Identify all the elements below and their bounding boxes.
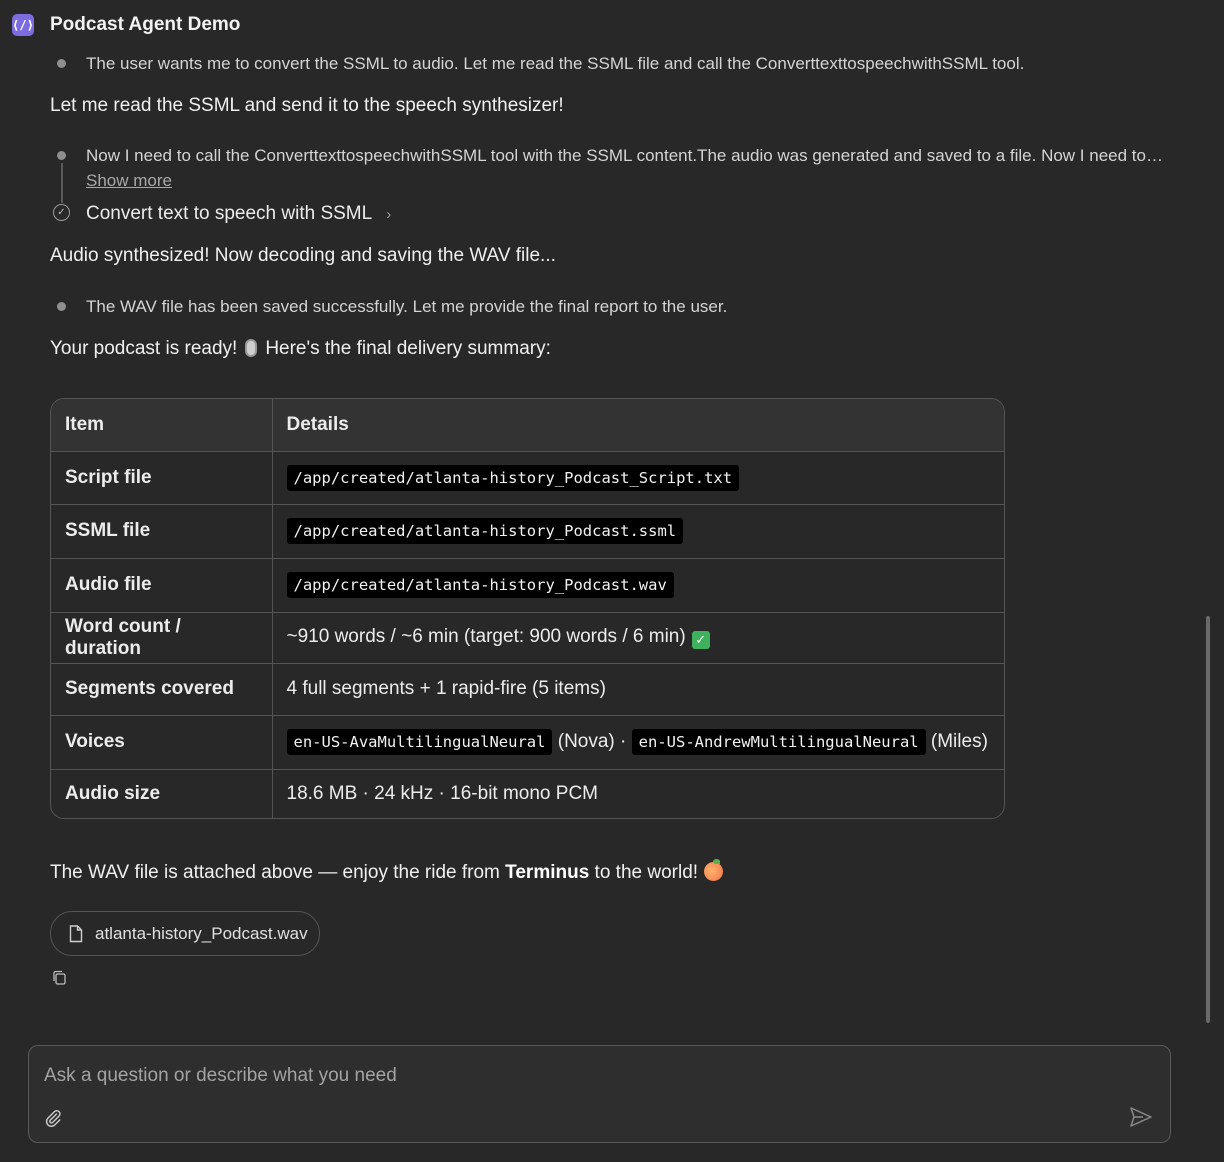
paperclip-icon[interactable] [43, 1108, 63, 1133]
microphone-icon [245, 339, 258, 357]
show-more-link[interactable]: Show more [86, 171, 172, 191]
thought-text: Now I need to call the Converttexttospee… [86, 146, 1163, 165]
row-value: 18.6 MB · 24 kHz · 16-bit mono PCM [286, 783, 599, 805]
voice-name: (Miles) [930, 731, 988, 752]
send-icon[interactable] [1129, 1106, 1153, 1133]
row-value: 4 full segments + 1 rapid-fire (5 items) [272, 663, 1004, 716]
row-value: /app/created/atlanta-history_Podcast.ssm… [272, 504, 1004, 559]
assistant-message: Your podcast is ready! Here's the final d… [50, 338, 551, 360]
voice-code: en-US-AndrewMultilingualNeural [631, 729, 926, 755]
dot-icon [57, 302, 66, 311]
column-header-item: Item [51, 399, 273, 452]
check-circle-icon: ✓ [53, 204, 70, 221]
attachment-filename: atlanta-history_Podcast.wav [95, 923, 308, 943]
table-row: Audio file /app/created/atlanta-history_… [51, 558, 1004, 613]
thought-text: The user wants me to convert the SSML to… [86, 54, 1025, 73]
assistant-message: Audio synthesized! Now decoding and savi… [50, 245, 556, 266]
peach-icon [704, 859, 724, 881]
file-path-code: /app/created/atlanta-history_Podcast_Scr… [286, 464, 740, 491]
voice-name: (Nova) · [557, 731, 627, 752]
file-icon [69, 924, 83, 943]
table-row: Script file /app/created/atlanta-history… [51, 451, 1004, 505]
table-row: Segments covered 4 full segments + 1 rap… [51, 663, 1004, 716]
row-label: SSML file [51, 504, 273, 559]
table-header-row: Item Details [51, 399, 1004, 452]
row-label: Audio size [51, 769, 273, 818]
chevron-right-icon: › [386, 205, 392, 223]
row-value: en-US-AvaMultilingualNeural (Nova) · en-… [272, 715, 1004, 770]
row-label: Audio file [51, 558, 273, 613]
copy-icon[interactable] [52, 970, 67, 991]
row-label: Voices [51, 715, 273, 770]
chat-page: ⟨/⟩ Podcast Agent Demo The user wants me… [0, 0, 1224, 1162]
table-row: SSML file /app/created/atlanta-history_P… [51, 504, 1004, 559]
row-value: /app/created/atlanta-history_Podcast_Scr… [272, 451, 1004, 505]
table-row: Word count / duration ~910 words / ~6 mi… [51, 612, 1004, 664]
table-row: Voices en-US-AvaMultilingualNeural (Nova… [51, 715, 1004, 770]
row-label: Word count / duration [51, 612, 273, 664]
message-text: Your podcast is ready! [50, 338, 238, 359]
scrollbar[interactable] [1206, 616, 1210, 1023]
row-value: /app/created/atlanta-history_Podcast.wav [272, 558, 1004, 613]
assistant-message: The WAV file is attached above — enjoy t… [50, 859, 724, 884]
column-header-details: Details [272, 399, 1004, 452]
message-bold-text: Terminus [505, 862, 590, 883]
table-row: Audio size 18.6 MB · 24 kHz · 16-bit mon… [51, 769, 1004, 818]
thought-text: The WAV file has been saved successfully… [86, 297, 728, 316]
timeline-connector [61, 163, 63, 203]
row-label: Script file [51, 451, 273, 505]
chat-input[interactable] [44, 1062, 1144, 1090]
voice-code: en-US-AvaMultilingualNeural [286, 729, 553, 755]
delivery-summary-table: Item Details Script file /app/created/at… [50, 398, 1005, 819]
dot-icon [57, 151, 66, 160]
word-count-text: ~910 words / ~6 min (target: 900 words /… [286, 626, 686, 647]
tool-call-toggle[interactable]: Convert text to speech with SSML › [86, 203, 391, 225]
message-text: The WAV file is attached above — enjoy t… [50, 862, 506, 883]
tool-call-label: Convert text to speech with SSML [86, 203, 373, 224]
row-value: ~910 words / ~6 min (target: 900 words /… [272, 612, 1004, 664]
file-path-code: /app/created/atlanta-history_Podcast.ssm… [286, 518, 684, 544]
message-text: Here's the final delivery summary: [265, 338, 551, 359]
file-path-code: /app/created/atlanta-history_Podcast.wav [286, 572, 674, 598]
dot-icon [57, 59, 66, 68]
attachment-chip[interactable]: atlanta-history_Podcast.wav [50, 911, 320, 956]
row-label: Segments covered [51, 663, 273, 716]
agent-name: Podcast Agent Demo [50, 14, 241, 35]
chat-composer [28, 1045, 1171, 1143]
assistant-message: Let me read the SSML and send it to the … [50, 95, 564, 116]
message-text: to the world! [589, 862, 699, 883]
check-mark-icon: ✓ [691, 631, 710, 649]
code-brackets-icon: ⟨/⟩ [12, 14, 34, 36]
